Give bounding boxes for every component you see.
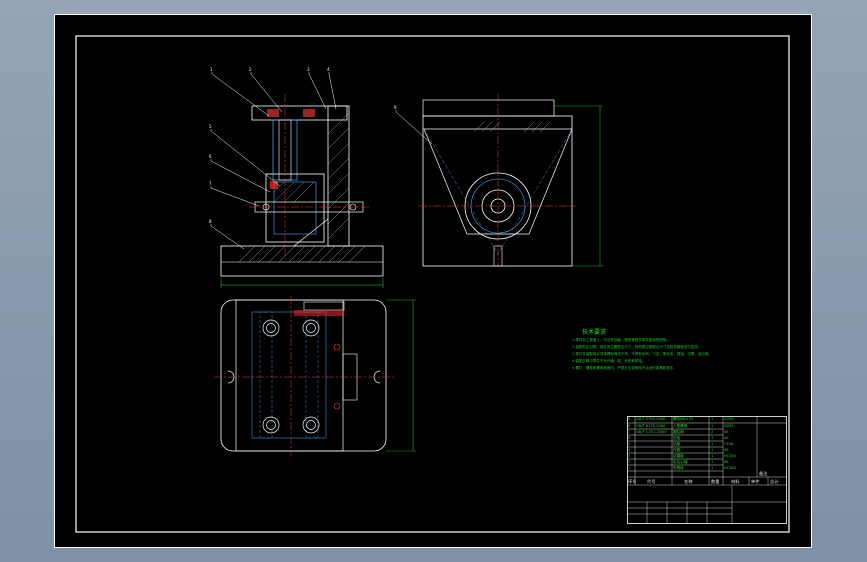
bom-header-cell: 名称	[684, 479, 693, 484]
bom-cell: 7	[628, 430, 631, 434]
tech-requirement-line: 5.螺钉、螺栓和螺母紧固时，严禁打击或使用不合适的旋具和扳手。	[572, 366, 677, 370]
bom-cell: 1	[628, 466, 631, 470]
bom-cell: 1	[711, 460, 714, 464]
side-view: 9	[394, 94, 603, 267]
bom-cell: 衬套	[673, 448, 681, 452]
svg-text:7: 7	[209, 181, 212, 186]
bom-cell: GB/T 6170-2000	[636, 424, 666, 428]
bom-cell: 夹具体	[673, 466, 684, 470]
title-block: 9 GB/T 5783-2000 螺栓M8×25 1 Q235 8 GB/T 6…	[627, 416, 787, 524]
bom-cell: 5	[628, 442, 631, 446]
bom-cell: 6	[628, 436, 631, 440]
svg-text:9: 9	[394, 105, 397, 110]
bom-cell: 45	[724, 436, 729, 440]
svg-text:5: 5	[209, 124, 212, 129]
bom-cell: 钻模板	[673, 454, 684, 458]
bom-cell: GB/T 119.1-2000	[636, 430, 667, 434]
svg-text:6: 6	[209, 154, 212, 159]
bom-cell: Q235	[724, 424, 734, 428]
bom-cell: 六角螺母	[673, 424, 688, 428]
svg-text:2: 2	[249, 67, 252, 72]
bom-cell: 螺栓M8×25	[673, 417, 694, 421]
bom-cell: 压板	[673, 436, 681, 440]
bom-header-cell: 代号	[647, 479, 656, 484]
bom-cell: HT200	[724, 454, 736, 458]
bom-header-cell: 总计	[770, 479, 779, 484]
tech-requirement-line: 4.装配过程中零件不允许磕、碰、划伤和锈蚀。	[572, 359, 646, 363]
bom-cell: 圆柱销	[673, 430, 684, 434]
bom-cell: 2	[628, 460, 631, 464]
bom-cell: 1	[711, 436, 714, 440]
bom-cell: HT200	[724, 466, 736, 470]
tech-requirement-line: 3.零件在装配前必须清理和清洗干净，不得有毛刺、飞边、氧化皮、锈蚀、切屑、油污等…	[572, 352, 712, 356]
bom-cell: 1	[711, 417, 714, 421]
bom-header-cell: 材料	[731, 479, 740, 484]
bom-header-cell: 数量	[711, 479, 720, 484]
bom-cell: 1	[711, 424, 714, 428]
tech-requirements-title: 技术要求	[582, 329, 607, 336]
tech-requirement-line: 2.装配前应对零、部件的主要配合尺寸，特别是过盈配合尺寸及相关精度进行复查。	[572, 345, 702, 349]
top-view	[214, 296, 416, 456]
bom-header-cell: 备注	[759, 471, 768, 476]
bom-cell: 4	[628, 448, 631, 452]
bom-cell: 1	[711, 442, 714, 446]
bom-cell: GB/T 5783-2000	[636, 417, 666, 421]
bom-cell: 8	[628, 424, 631, 428]
tech-requirement-line: 1.零件加工表面上，不应有划痕、擦伤等损伤零件表面的缺陷。	[572, 338, 670, 342]
bom-header-cell: 单件	[751, 479, 760, 484]
bom-cell: Q235	[724, 417, 734, 421]
bom-cell: 1	[711, 454, 714, 458]
front-view: 1 2 3 4 5 6 7 8	[209, 67, 384, 288]
bom-cell: 1	[711, 448, 714, 452]
svg-text:3: 3	[307, 67, 310, 72]
bom-cell: 1	[711, 466, 714, 470]
bom-cell: 定位心轴	[673, 460, 688, 464]
svg-text:1: 1	[210, 67, 213, 72]
svg-text:8: 8	[209, 219, 212, 224]
bom-cell: 钻套	[673, 442, 681, 446]
bom-cell: T10A	[724, 442, 734, 446]
svg-text:4: 4	[327, 67, 330, 72]
bom-cell: 45	[724, 448, 729, 452]
bom-cell: 45	[724, 460, 729, 464]
bom-cell: 3	[628, 454, 631, 458]
bom-header-cell: 序号	[628, 479, 637, 484]
bom-cell: 9	[628, 417, 631, 421]
bom-cell: 2	[711, 430, 714, 434]
bom-cell: 45	[724, 430, 729, 434]
